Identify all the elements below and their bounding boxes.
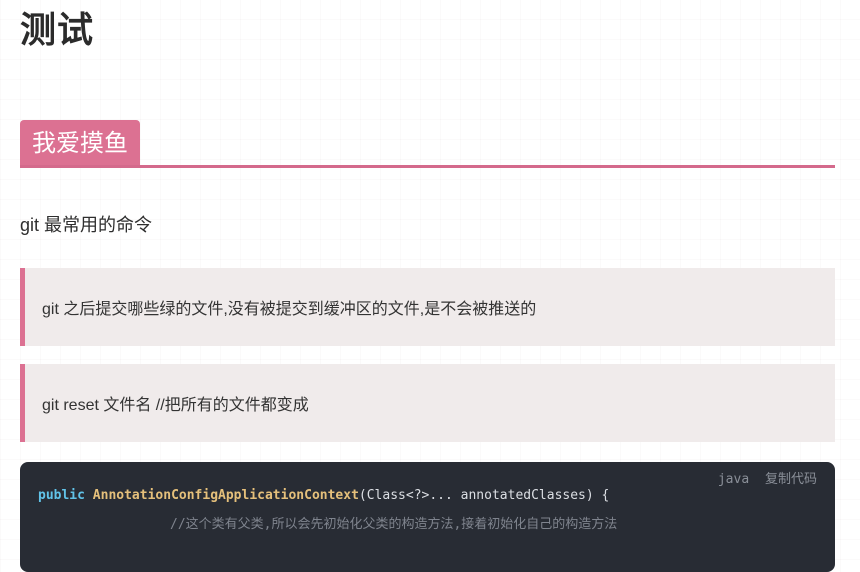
paragraph: git 最常用的命令	[20, 215, 153, 235]
code-class-name: AnnotationConfigApplicationContext	[92, 488, 359, 503]
code-language-label: java	[717, 472, 750, 487]
code-keyword: public	[38, 488, 85, 503]
code-line: public AnnotationConfigApplicationContex…	[38, 488, 609, 503]
blockquote: git reset 文件名 //把所有的文件都变成	[20, 364, 835, 442]
code-block: java 复制代码 public AnnotationConfigApplica…	[20, 462, 835, 572]
code-toolbar: java 复制代码	[710, 468, 817, 487]
blockquote-text: git 之后提交哪些绿的文件,没有被提交到缓冲区的文件,是不会被推送的	[42, 301, 537, 318]
code-text: (Class<?>... annotatedClasses) {	[358, 488, 610, 503]
section-heading-bar: 我爱摸鱼	[20, 120, 835, 168]
copy-code-button[interactable]: 复制代码	[765, 472, 817, 487]
section-heading: 我爱摸鱼	[20, 120, 140, 165]
blockquote: git 之后提交哪些绿的文件,没有被提交到缓冲区的文件,是不会被推送的	[20, 268, 835, 346]
page-title: 测试	[20, 9, 95, 50]
blockquote-text: git reset 文件名 //把所有的文件都变成	[42, 397, 309, 414]
code-comment: //这个类有父类,所以会先初始化父类的构造方法,接着初始化自己的构造方法	[170, 517, 618, 532]
